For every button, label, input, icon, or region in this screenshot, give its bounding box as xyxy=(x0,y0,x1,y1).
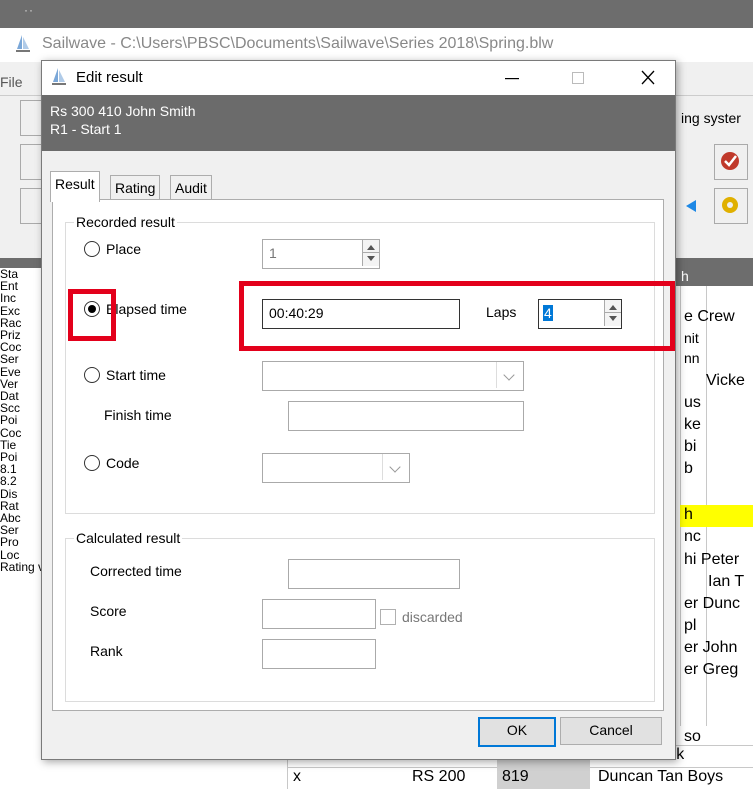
rank-field xyxy=(262,639,376,669)
start-time-combo[interactable] xyxy=(262,361,524,391)
radio-button[interactable] xyxy=(84,241,100,257)
grid-cell[interactable]: er John xyxy=(684,639,737,657)
discarded-label: discarded xyxy=(402,609,463,625)
row-name[interactable]: Duncan Tan Boys xyxy=(598,768,723,786)
rank-label: Rank xyxy=(90,643,123,659)
grid-cell[interactable]: nc xyxy=(684,528,701,546)
maximize-icon xyxy=(572,72,584,84)
row-class[interactable]: RS 200 xyxy=(412,768,465,786)
grid-cell[interactable]: er Dunc xyxy=(684,595,740,613)
toolbar-button[interactable] xyxy=(714,144,748,180)
list-item[interactable]: Pro xyxy=(0,536,42,548)
grid-cell[interactable]: b xyxy=(684,460,693,478)
sailboat-icon xyxy=(16,35,30,52)
list-item[interactable]: Eve xyxy=(0,365,42,377)
code-label: Code xyxy=(106,455,140,471)
minimize-icon xyxy=(505,78,519,80)
grid-cell[interactable]: hi Peter xyxy=(684,551,739,569)
calculated-result-label: Calculated result xyxy=(74,530,183,546)
race-line: R1 - Start 1 xyxy=(50,121,122,137)
dialog-title: Edit result xyxy=(76,69,143,86)
annotation-highlight-radio xyxy=(68,289,116,341)
grid-cell[interactable]: e Crew xyxy=(684,308,735,326)
properties-list: Sta Ent Inc Exc Rac Priz Coc Ser Eve Ver… xyxy=(0,268,42,789)
edit-result-dialog: Edit result Rs 300 410 John Smith R1 - S… xyxy=(41,60,676,760)
finish-time-field[interactable] xyxy=(288,401,524,431)
sailboat-icon xyxy=(52,68,66,85)
grid-cell[interactable]: Vicke xyxy=(706,372,745,390)
toolbar-button[interactable] xyxy=(714,188,748,224)
place-label: Place xyxy=(106,241,142,257)
gear-icon xyxy=(722,197,738,213)
code-combo[interactable] xyxy=(262,453,410,483)
radio-button[interactable] xyxy=(84,367,100,383)
grid-cell[interactable]: so xyxy=(684,728,701,746)
corrected-time-label: Corrected time xyxy=(90,563,182,579)
background-title-strip: ·· xyxy=(0,0,753,28)
grid-cell[interactable]: bi xyxy=(684,438,696,456)
calculated-result-group: Calculated result Corrected time Score d… xyxy=(65,530,655,702)
dialog-banner: Rs 300 410 John Smith R1 - Start 1 xyxy=(42,95,675,151)
arrow-icon xyxy=(686,200,696,212)
grid-cell[interactable]: ke xyxy=(684,416,701,434)
row-flag[interactable]: x xyxy=(293,768,301,786)
list-item[interactable]: Inc xyxy=(0,292,42,304)
file-menu[interactable]: File xyxy=(0,74,23,90)
chevron-down-icon[interactable] xyxy=(382,454,409,480)
list-item[interactable]: 8.2 xyxy=(0,475,42,487)
check-icon xyxy=(721,152,739,170)
corrected-time-field xyxy=(288,559,460,589)
tab-rating[interactable]: Rating xyxy=(110,175,161,202)
grid-cell[interactable]: er Greg xyxy=(684,661,738,679)
discarded-checkbox[interactable] xyxy=(380,609,396,625)
elapsed-time-label: Elapsed time xyxy=(106,301,187,317)
main-window-title-bar: Sailwave - C:\Users\PBSC\Documents\Sailw… xyxy=(0,28,753,60)
minimize-button[interactable] xyxy=(489,61,535,95)
cancel-button[interactable]: Cancel xyxy=(560,717,662,745)
main-window-title: Sailwave - C:\Users\PBSC\Documents\Sailw… xyxy=(42,35,554,52)
result-tab-panel: Recorded result Place 1 Elapsed time 00:… xyxy=(52,199,664,711)
recorded-result-group: Recorded result Place 1 Elapsed time 00:… xyxy=(65,214,655,514)
grid-cell[interactable]: us xyxy=(684,394,701,412)
grid-cell[interactable]: Ian T xyxy=(708,573,744,591)
place-spinner[interactable] xyxy=(362,240,379,266)
grid-cell[interactable]: pl xyxy=(684,617,696,635)
maximize-button[interactable] xyxy=(555,61,601,95)
finish-time-label: Finish time xyxy=(104,407,172,423)
strip-grip: ·· xyxy=(24,3,34,17)
list-item[interactable]: Exc xyxy=(0,304,42,316)
tab-audit[interactable]: Audit xyxy=(170,175,212,202)
annotation-highlight-fields xyxy=(239,281,675,351)
dialog-title-bar[interactable]: Edit result xyxy=(42,61,675,95)
list-item[interactable]: Coc xyxy=(0,426,42,438)
grid-cell[interactable]: h xyxy=(684,506,693,524)
grid-cell[interactable]: nit xyxy=(684,330,699,346)
recorded-result-label: Recorded result xyxy=(74,214,177,230)
competitor-line: Rs 300 410 John Smith xyxy=(50,103,196,119)
row-sail[interactable]: 819 xyxy=(502,768,529,786)
start-time-radio[interactable]: Start time xyxy=(84,367,166,383)
place-field[interactable]: 1 xyxy=(262,239,380,269)
chevron-down-icon[interactable] xyxy=(496,362,523,388)
ok-button[interactable]: OK xyxy=(478,717,556,747)
list-item[interactable]: Poi xyxy=(0,414,42,426)
score-field xyxy=(262,599,376,629)
grid-column-header: h xyxy=(681,268,689,284)
radio-button[interactable] xyxy=(84,455,100,471)
scoring-system-label: ing syster xyxy=(681,110,741,126)
tab-result[interactable]: Result xyxy=(50,171,100,202)
grid-cell[interactable]: nn xyxy=(684,350,700,366)
close-button[interactable] xyxy=(625,61,671,95)
list-item[interactable]: Rating values for xyxy=(0,561,42,573)
start-time-label: Start time xyxy=(106,367,166,383)
code-radio[interactable]: Code xyxy=(84,455,139,471)
score-label: Score xyxy=(90,603,127,619)
close-icon xyxy=(641,70,655,85)
list-item[interactable]: Ser xyxy=(0,353,42,365)
place-radio[interactable]: Place xyxy=(84,241,141,257)
